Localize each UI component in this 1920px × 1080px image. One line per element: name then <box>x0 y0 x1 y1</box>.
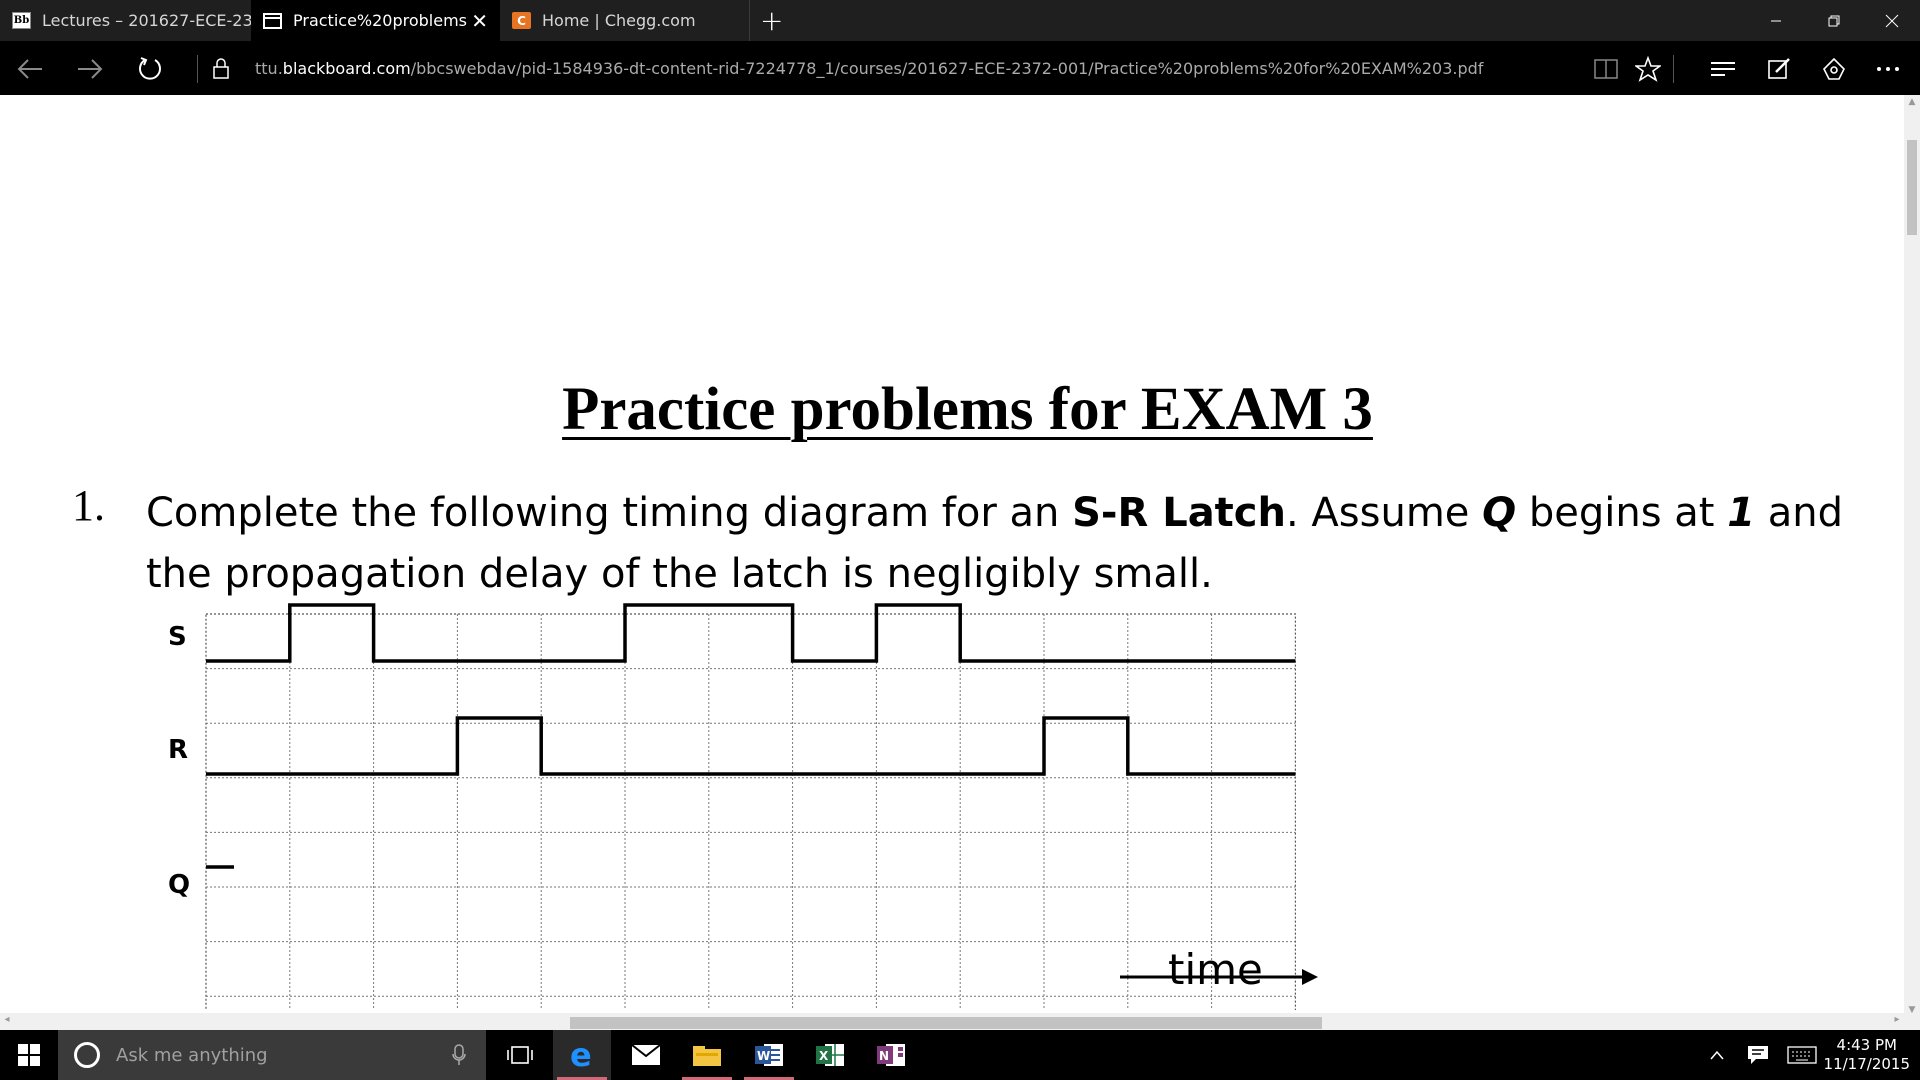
clock-time: 4:43 PM <box>1836 1036 1897 1054</box>
chegg-icon: C <box>512 12 531 29</box>
address-bar: ttu.blackboard.com/bbcswebdav/pid-158493… <box>0 41 1920 95</box>
cortana-search-box[interactable]: Ask me anything <box>58 1030 486 1080</box>
lock-icon <box>205 53 237 85</box>
svg-text:e: e <box>570 1040 592 1070</box>
restore-icon[interactable] <box>1806 0 1862 41</box>
taskbar: Ask me anything e W X N 4:43 PM 11/17/20… <box>0 1030 1920 1080</box>
onenote-icon[interactable]: N <box>862 1030 920 1080</box>
tab-practice-problems[interactable]: Practice%20problems%2 ✕ <box>251 0 500 41</box>
signal-label-q: Q <box>168 870 190 900</box>
back-icon[interactable] <box>14 53 46 85</box>
svg-text:N: N <box>879 1049 889 1063</box>
divider <box>197 55 198 83</box>
scroll-thumb[interactable] <box>570 1017 1322 1029</box>
action-center-icon[interactable] <box>1742 1030 1774 1080</box>
show-hidden-icons-icon[interactable] <box>1705 1030 1729 1080</box>
signal-r-waveform <box>206 716 1296 776</box>
task-view-icon[interactable] <box>491 1030 549 1080</box>
search-placeholder: Ask me anything <box>116 1044 268 1066</box>
grid-border <box>205 613 1297 1010</box>
microphone-icon[interactable] <box>452 1044 466 1070</box>
url-prefix: ttu. <box>255 59 283 78</box>
scroll-right-icon[interactable]: ▸ <box>1890 1014 1904 1028</box>
forward-icon[interactable] <box>74 53 106 85</box>
page-icon <box>263 12 282 29</box>
tab-divider <box>749 0 750 41</box>
pdf-viewer[interactable]: Practice problems for EXAM 3 1. Complete… <box>0 95 1904 1017</box>
time-axis-label: time <box>1168 945 1263 994</box>
file-explorer-icon[interactable] <box>678 1030 736 1080</box>
favorite-star-icon[interactable] <box>1632 53 1664 85</box>
share-icon[interactable] <box>1818 53 1850 85</box>
time-arrow-head <box>1302 969 1318 985</box>
minimize-icon[interactable] <box>1748 0 1804 41</box>
touch-keyboard-icon[interactable] <box>1784 1030 1820 1080</box>
close-window-icon[interactable] <box>1864 0 1920 41</box>
close-tab-icon[interactable]: ✕ <box>471 9 488 33</box>
signal-label-r: R <box>168 735 188 765</box>
blackboard-icon: Bb <box>12 12 31 29</box>
windows-start-icon[interactable] <box>0 1030 58 1080</box>
url-path: /bbcswebdav/pid-1584936-dt-content-rid-7… <box>410 59 1484 78</box>
scroll-up-icon[interactable]: ▲ <box>1904 95 1920 109</box>
tab-label: Home | Chegg.com <box>542 11 696 30</box>
system-clock[interactable]: 4:43 PM 11/17/2015 <box>1824 1036 1910 1074</box>
svg-text:W: W <box>757 1049 770 1063</box>
svg-text:X: X <box>819 1049 829 1063</box>
timing-diagram: S R Q <box>168 603 1318 1010</box>
hub-icon[interactable] <box>1707 53 1739 85</box>
scrollbar-corner <box>1904 1013 1920 1030</box>
horizontal-scrollbar[interactable]: ◂ ▸ <box>0 1013 1904 1030</box>
excel-icon[interactable]: X <box>801 1030 859 1080</box>
more-icon[interactable] <box>1872 53 1904 85</box>
tab-label: Practice%20problems%2 <box>293 11 468 30</box>
tab-lectures[interactable]: Bb Lectures – 201627-ECE-2372 <box>0 0 251 41</box>
clock-date: 11/17/2015 <box>1823 1055 1910 1073</box>
tab-bar: Bb Lectures – 201627-ECE-2372 Practice%2… <box>0 0 1920 41</box>
new-tab-icon[interactable]: + <box>760 4 783 37</box>
web-note-icon[interactable] <box>1763 53 1795 85</box>
mail-icon[interactable] <box>617 1030 675 1080</box>
divider <box>1673 55 1674 83</box>
scroll-left-icon[interactable]: ◂ <box>0 1014 14 1028</box>
edge-icon[interactable]: e <box>553 1030 611 1080</box>
scroll-thumb[interactable] <box>1907 140 1917 235</box>
document-title: Practice problems for EXAM 3 <box>562 376 1373 443</box>
refresh-icon[interactable] <box>134 53 166 85</box>
cortana-icon <box>74 1042 100 1068</box>
url-field[interactable]: ttu.blackboard.com/bbcswebdav/pid-158493… <box>255 59 1483 78</box>
vertical-scrollbar[interactable]: ▲ ▼ <box>1904 95 1920 1017</box>
question-number: 1. <box>72 481 105 530</box>
word-icon[interactable]: W <box>740 1030 798 1080</box>
tab-chegg[interactable]: C Home | Chegg.com <box>500 0 749 41</box>
tab-label: Lectures – 201627-ECE-2372 <box>42 11 251 30</box>
signal-label-s: S <box>168 622 187 652</box>
question-text: Complete the following timing diagram fo… <box>146 490 1843 597</box>
reading-view-icon[interactable] <box>1590 53 1622 85</box>
url-domain: blackboard.com <box>282 59 411 78</box>
